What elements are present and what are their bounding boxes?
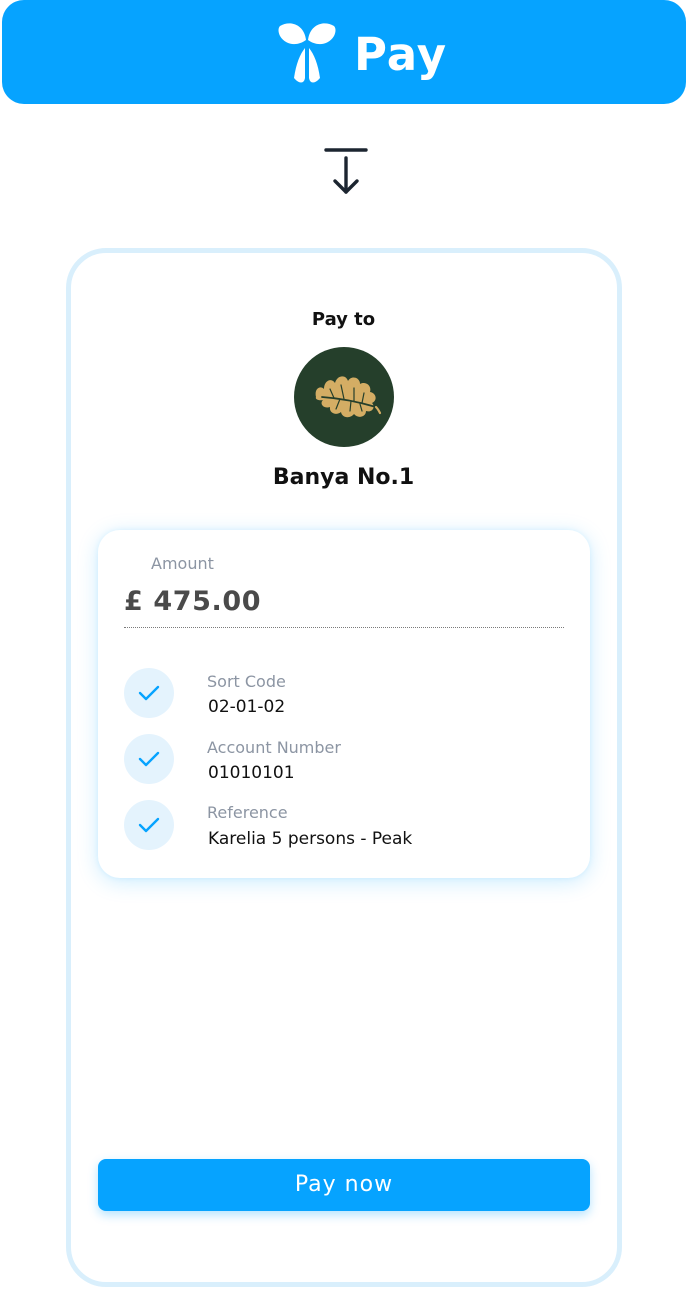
merchant-name: Banya No.1 xyxy=(272,465,415,490)
pay-screen: Pay Pay to Banya No.1 Amount £ 475.00 So… xyxy=(0,0,687,1290)
brand-name: Pay xyxy=(354,28,448,81)
split-y-logo-icon xyxy=(278,23,336,83)
checkmark-icon xyxy=(138,817,160,833)
checkmark-icon xyxy=(138,685,160,701)
reference-check xyxy=(124,800,174,850)
pay-to-label: Pay to xyxy=(311,309,376,330)
account-number-value: 01010101 xyxy=(208,763,295,783)
amount-label: Amount xyxy=(151,554,214,573)
sort-code-value: 02-01-02 xyxy=(208,697,286,717)
sort-code-check xyxy=(124,668,174,718)
merchant-avatar xyxy=(294,347,394,447)
sort-code-label: Sort Code xyxy=(207,672,286,691)
checkmark-icon xyxy=(138,751,160,767)
pay-now-button[interactable]: Pay now xyxy=(98,1159,590,1211)
oak-leaf-icon xyxy=(315,376,382,418)
account-number-check xyxy=(124,734,174,784)
arrow-down-to-line-icon xyxy=(324,148,368,194)
amount-divider xyxy=(124,627,564,628)
account-number-label: Account Number xyxy=(207,738,341,757)
header-banner: Pay xyxy=(2,0,686,104)
amount-value: £ 475.00 xyxy=(124,586,262,617)
reference-label: Reference xyxy=(207,803,288,822)
reference-value: Karelia 5 persons - Peak xyxy=(208,829,413,849)
